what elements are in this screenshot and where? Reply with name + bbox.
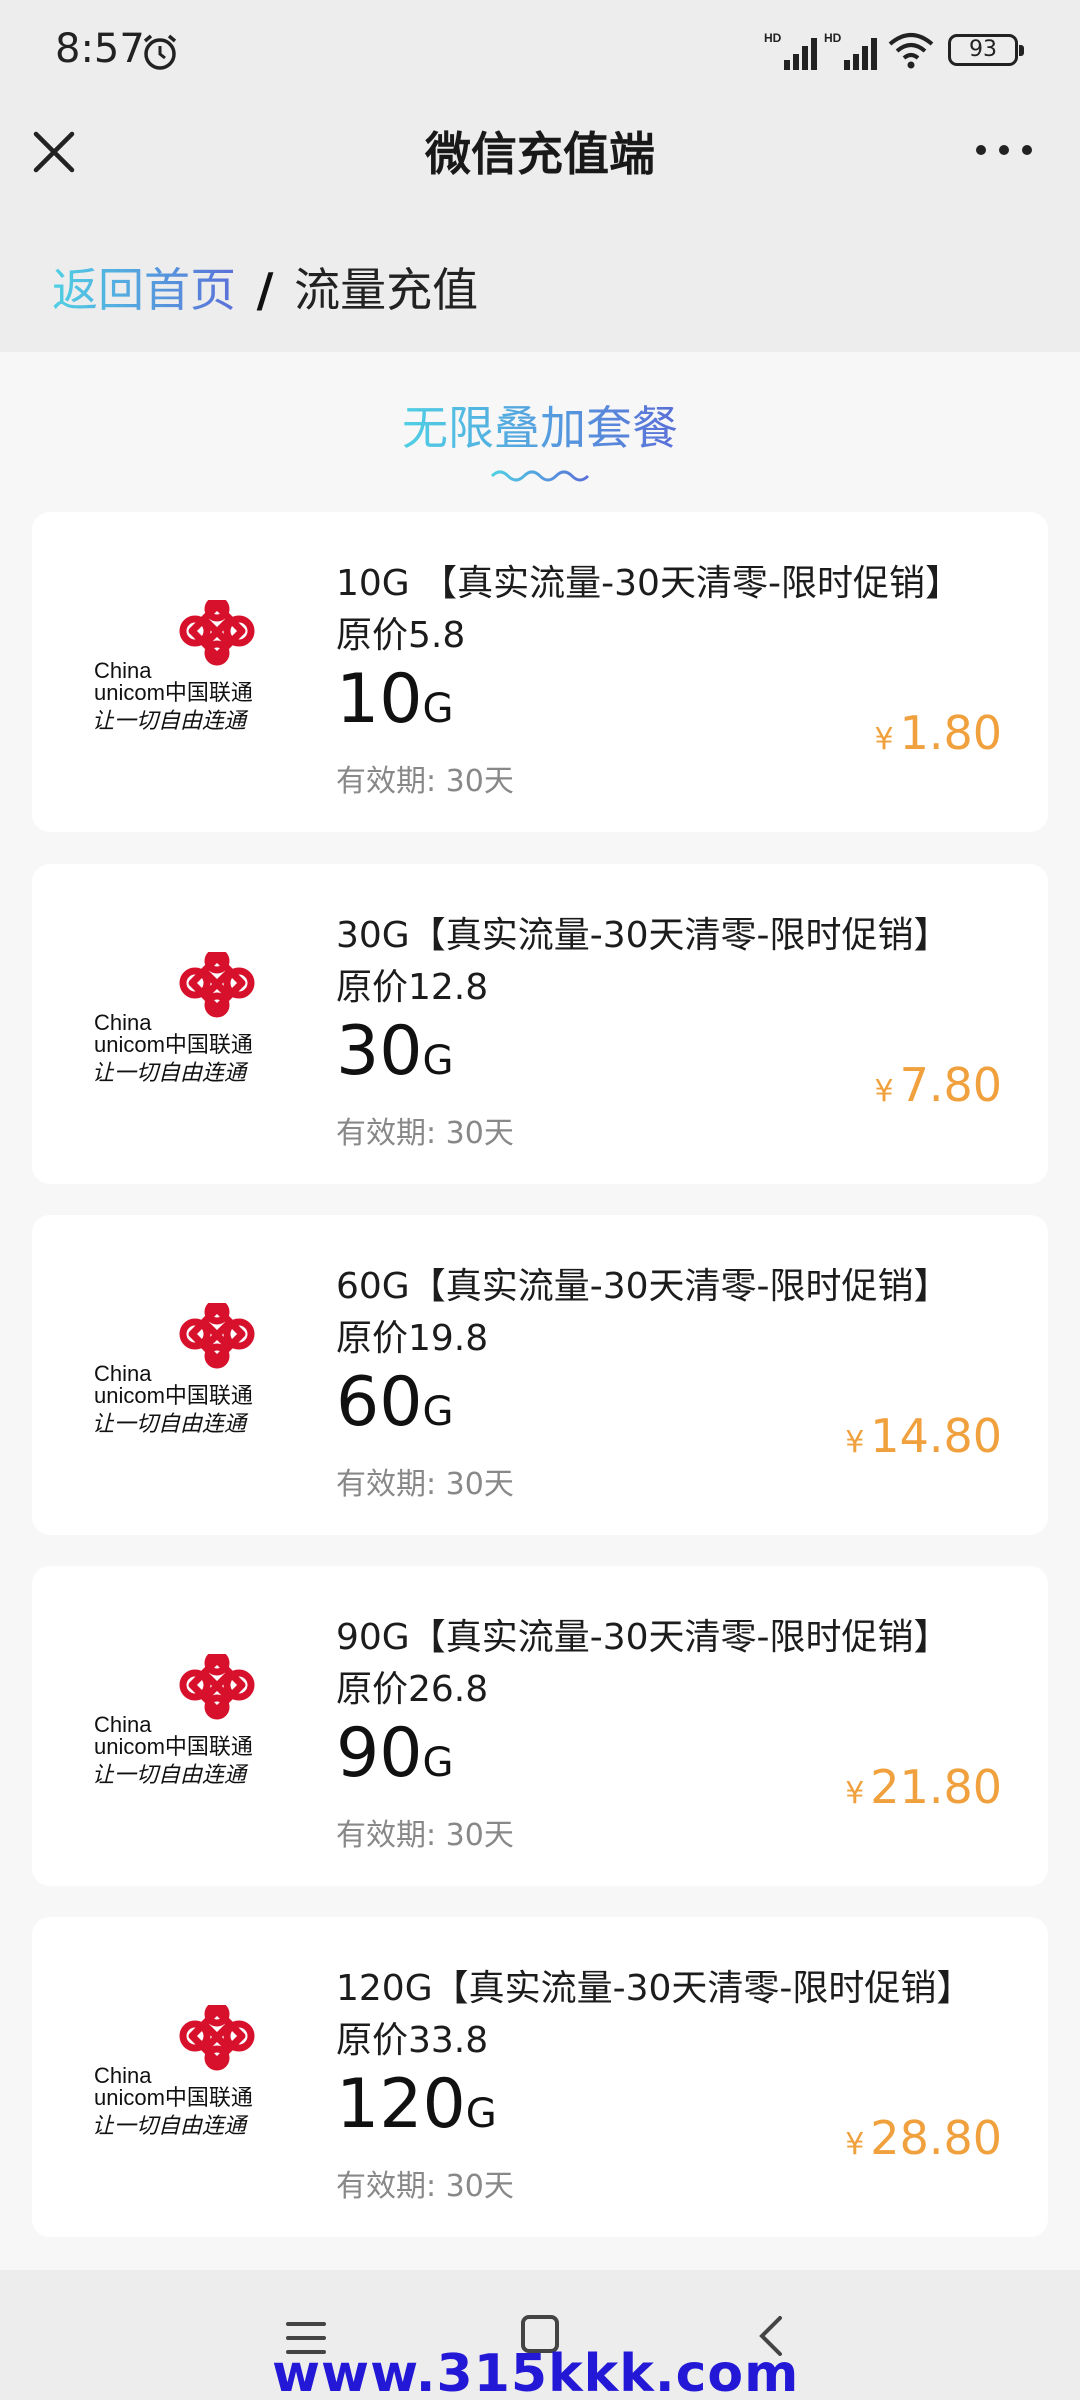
data-size-unit: G — [465, 2091, 497, 2137]
breadcrumb-separator: / — [256, 263, 274, 317]
price-amount: 21.80 — [870, 1760, 1002, 1814]
price-amount: 28.80 — [870, 2111, 1002, 2165]
china-unicom-logo: China unicom中国联通 让一切自由连通 — [92, 600, 255, 734]
data-size: 60G — [336, 1363, 454, 1442]
more-dot — [976, 145, 986, 155]
currency-symbol: ¥ — [845, 1425, 865, 1460]
validity: 有效期: 30天 — [336, 764, 514, 799]
hd-signal-icon: HD — [764, 31, 817, 70]
currency-symbol: ¥ — [845, 2127, 865, 2162]
watermark: www.315kkk.com — [272, 2344, 800, 2400]
logo-slogan-text: 让一切自由连通 — [92, 1412, 249, 1437]
system-navigation-bar: www.315kkk.com — [0, 2270, 1080, 2400]
product-card[interactable]: China unicom中国联通 让一切自由连通 30G【真实流量-30天清零-… — [32, 864, 1048, 1184]
product-card[interactable]: China unicom中国联通 让一切自由连通 60G【真实流量-30天清零-… — [32, 1215, 1048, 1535]
price-amount: 14.80 — [870, 1409, 1002, 1463]
original-price: 原价19.8 — [336, 1318, 489, 1359]
main-content: 无限叠加套餐 China unicom中国联通 让一切自由连通 10G 【真实流… — [0, 352, 1080, 2270]
data-size-unit: G — [422, 1038, 454, 1084]
logo-unicom-text: unicom中国联通 — [94, 1734, 253, 1759]
original-price: 原价12.8 — [336, 967, 489, 1008]
product-card[interactable]: China unicom中国联通 让一切自由连通 10G 【真实流量-30天清零… — [32, 512, 1048, 832]
breadcrumb-bar: 返回首页 / 流量充值 — [0, 210, 1080, 352]
currency-symbol: ¥ — [845, 1776, 865, 1811]
data-size-unit: G — [422, 1740, 454, 1786]
svg-text:HD: HD — [824, 31, 842, 45]
product-card[interactable]: China unicom中国联通 让一切自由连通 90G【真实流量-30天清零-… — [32, 1566, 1048, 1886]
page-title: 微信充值端 — [425, 127, 655, 181]
hd-signal-icon: HD — [824, 31, 877, 70]
china-unicom-logo: China unicom中国联通 让一切自由连通 — [92, 1303, 255, 1437]
price: ¥14.80 — [845, 1409, 1002, 1463]
data-size-value: 60 — [336, 1363, 423, 1442]
data-size: 30G — [336, 1012, 454, 1091]
data-size: 10G — [336, 660, 454, 739]
status-bar: 8:57 HD HD 93 — [0, 0, 1080, 104]
data-size-value: 120 — [336, 2065, 466, 2144]
price: ¥28.80 — [845, 2111, 1002, 2165]
breadcrumb: 返回首页 / 流量充值 — [52, 254, 478, 320]
data-size: 120G — [336, 2065, 497, 2144]
logo-slogan-text: 让一切自由连通 — [92, 2114, 249, 2139]
currency-symbol: ¥ — [874, 1074, 894, 1109]
logo-slogan-text: 让一切自由连通 — [92, 709, 249, 734]
data-size: 90G — [336, 1714, 454, 1793]
product-name: 90G【真实流量-30天清零-限时促销】 — [336, 1617, 950, 1658]
data-size-value: 10 — [336, 660, 423, 739]
product-card[interactable]: China unicom中国联通 让一切自由连通 120G【真实流量-30天清零… — [32, 1917, 1048, 2237]
validity: 有效期: 30天 — [336, 1116, 514, 1151]
breadcrumb-current: 流量充值 — [294, 263, 479, 317]
more-dot — [999, 145, 1009, 155]
alarm-icon — [143, 34, 177, 70]
product-name: 10G 【真实流量-30天清零-限时促销】 — [336, 563, 961, 604]
data-size-unit: G — [422, 1389, 454, 1435]
validity: 有效期: 30天 — [336, 1467, 514, 1502]
logo-unicom-text: unicom中国联通 — [94, 2085, 253, 2110]
more-icon[interactable] — [976, 132, 1032, 168]
data-size-value: 90 — [336, 1714, 423, 1793]
data-size-unit: G — [422, 686, 454, 732]
wifi-icon — [888, 33, 934, 69]
product-name: 120G【真实流量-30天清零-限时促销】 — [336, 1968, 973, 2009]
logo-slogan-text: 让一切自由连通 — [92, 1763, 249, 1788]
original-price: 原价26.8 — [336, 1669, 489, 1710]
currency-symbol: ¥ — [874, 722, 894, 757]
china-unicom-logo: China unicom中国联通 让一切自由连通 — [92, 952, 255, 1086]
wave-divider-icon — [490, 470, 590, 482]
price: ¥21.80 — [845, 1760, 1002, 1814]
product-name: 60G【真实流量-30天清零-限时促销】 — [336, 1266, 950, 1307]
original-price: 原价5.8 — [336, 615, 466, 656]
title-bar: 微信充值端 — [0, 104, 1080, 210]
status-time: 8:57 — [55, 26, 145, 72]
china-unicom-logo: China unicom中国联通 让一切自由连通 — [92, 2005, 255, 2139]
section-title-text: 无限叠加套餐 — [402, 401, 678, 455]
china-unicom-logo: China unicom中国联通 让一切自由连通 — [92, 1654, 255, 1788]
logo-unicom-text: unicom中国联通 — [94, 680, 253, 705]
validity: 有效期: 30天 — [336, 2169, 514, 2204]
section-title: 无限叠加套餐 — [0, 392, 1080, 458]
price-amount: 1.80 — [899, 706, 1002, 760]
battery-icon: 93 — [948, 34, 1024, 66]
logo-slogan-text: 让一切自由连通 — [92, 1061, 249, 1086]
svg-text:HD: HD — [764, 31, 782, 45]
price-amount: 7.80 — [899, 1058, 1002, 1112]
validity: 有效期: 30天 — [336, 1818, 514, 1853]
logo-unicom-text: unicom中国联通 — [94, 1032, 253, 1057]
original-price: 原价33.8 — [336, 2020, 489, 2061]
more-dot — [1022, 145, 1032, 155]
product-name: 30G【真实流量-30天清零-限时促销】 — [336, 915, 950, 956]
logo-unicom-text: unicom中国联通 — [94, 1383, 253, 1408]
price: ¥7.80 — [874, 1058, 1002, 1112]
data-size-value: 30 — [336, 1012, 423, 1091]
price: ¥1.80 — [874, 706, 1002, 760]
breadcrumb-home-link[interactable]: 返回首页 — [52, 263, 236, 317]
